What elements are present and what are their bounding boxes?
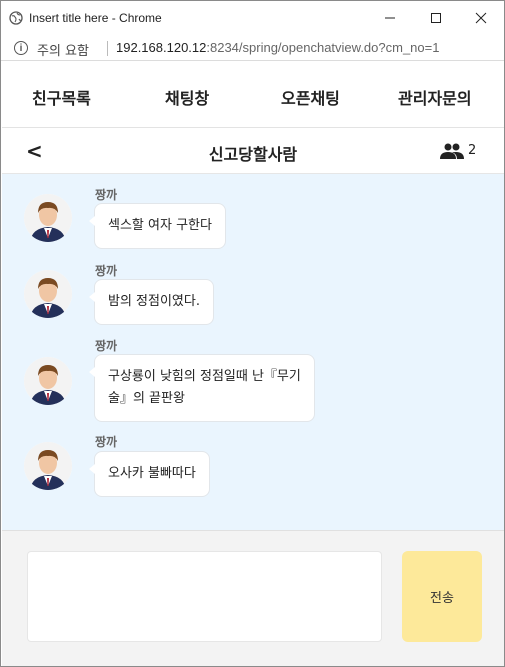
security-warning[interactable]: 주의 요함 (37, 40, 89, 59)
globe-icon (9, 11, 23, 25)
info-icon[interactable]: i (14, 41, 28, 55)
close-button[interactable] (458, 1, 504, 35)
message-text-line: 구상룡이 낮힘의 정점일때 난『무기 (108, 369, 301, 384)
message-input[interactable] (27, 551, 382, 642)
composer: 전송 (2, 530, 504, 666)
maximize-button[interactable] (413, 1, 459, 35)
url-text[interactable]: 192.168.120.12:8234/spring/openchatview.… (116, 40, 439, 55)
address-divider (107, 41, 108, 56)
send-button[interactable]: 전송 (402, 551, 482, 642)
avatar-image (24, 442, 72, 490)
sender-name: 짱까 (95, 188, 118, 202)
window-title: Insert title here - Chrome (29, 11, 162, 25)
title-bar: Insert title here - Chrome (1, 1, 504, 35)
maximize-icon (431, 13, 441, 23)
message-bubble: 섹스할 여자 구한다 (89, 203, 226, 249)
nav-open-chat[interactable]: 오픈채팅 (281, 85, 340, 109)
url-host: 192.168.120.12 (116, 40, 207, 55)
avatar-image (24, 194, 72, 242)
top-nav: 친구목록 채팅창 오픈채팅 관리자문의 (2, 62, 504, 128)
room-title: 신고당할사람 (208, 145, 298, 164)
message-bubble: 밤의 정점이였다. (89, 279, 214, 325)
avatar-image (24, 270, 72, 318)
browser-window: Insert title here - Chrome i 주의 요함 192.1… (0, 0, 505, 667)
avatar[interactable] (24, 270, 72, 318)
message-text: 밤의 정점이였다. (108, 294, 200, 309)
avatar[interactable] (24, 442, 72, 490)
member-count: 2 (468, 143, 477, 158)
url-path: :8234/spring/openchatview.do?cm_no=1 (206, 40, 440, 55)
message-text-line: 술』의 끝판왕 (108, 391, 185, 406)
avatar-image (24, 357, 72, 405)
address-bar[interactable]: i 주의 요함 192.168.120.12:8234/spring/openc… (1, 35, 504, 61)
close-icon (475, 12, 487, 24)
message-bubble: 구상룡이 낮힘의 정점일때 난『무기 술』의 끝판왕 (89, 354, 315, 422)
message-text: 섹스할 여자 구한다 (108, 218, 212, 233)
nav-friends[interactable]: 친구목록 (32, 85, 91, 109)
nav-chat[interactable]: 채팅창 (165, 85, 209, 109)
minimize-icon (385, 17, 395, 19)
chat-header: < 신고당할사람 2 (2, 128, 504, 174)
people-icon[interactable] (440, 143, 464, 159)
message-bubble: 오사카 불빠따다 (89, 451, 210, 497)
minimize-button[interactable] (367, 1, 413, 35)
avatar[interactable] (24, 194, 72, 242)
sender-name: 짱까 (95, 435, 118, 449)
nav-admin-inquiry[interactable]: 관리자문의 (398, 85, 472, 109)
message-list: 짱까 섹스할 여자 구한다 짱까 밤의 정점이였다. 짱까 구상룡이 낮힘의 정… (2, 174, 504, 530)
avatar[interactable] (24, 357, 72, 405)
message-text: 오사카 불빠따다 (108, 466, 196, 481)
sender-name: 짱까 (95, 339, 118, 353)
sender-name: 짱까 (95, 264, 118, 278)
